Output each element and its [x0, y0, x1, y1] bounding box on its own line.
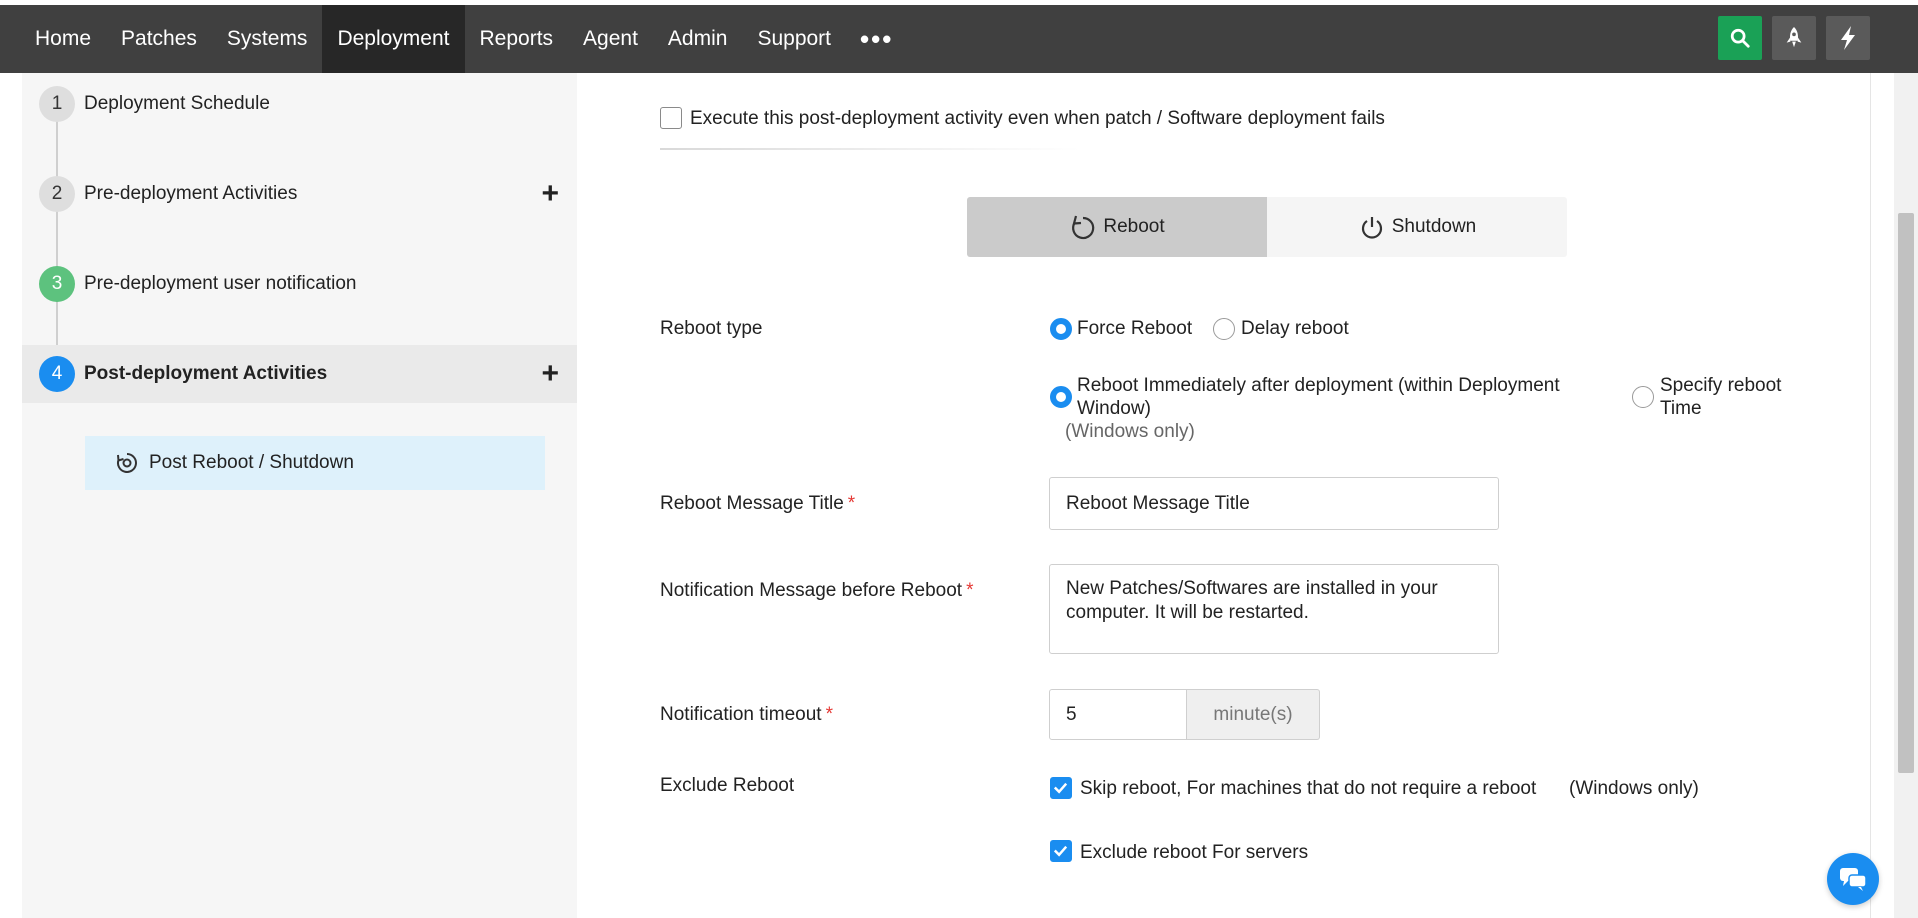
delay-reboot-radio[interactable] — [1213, 318, 1235, 340]
windows-only-note: (Windows only) — [1065, 421, 1195, 442]
post-reboot-shutdown-item[interactable]: Post Reboot / Shutdown — [85, 436, 545, 490]
step-label: Deployment Schedule — [84, 93, 270, 114]
skip-reboot-checkbox[interactable] — [1050, 777, 1072, 799]
add-post-deployment-activity-button[interactable]: + — [541, 359, 559, 389]
exclude-servers-label: Exclude reboot For servers — [1080, 842, 1309, 863]
search-button[interactable] — [1718, 16, 1762, 60]
nav-home[interactable]: Home — [0, 5, 106, 73]
quick-actions-button[interactable] — [1826, 16, 1870, 60]
step-post-deployment-activities[interactable]: 4 Post-deployment Activities + — [22, 345, 577, 403]
step-deployment-schedule[interactable]: 1 Deployment Schedule — [22, 75, 577, 133]
top-navigation-bar: Home Patches Systems Deployment Reports … — [0, 5, 1918, 73]
reboot-immediately-label-line2: Window) — [1077, 398, 1151, 419]
content-border — [1870, 73, 1871, 918]
lightning-icon — [1841, 26, 1855, 50]
step-pre-deployment-user-notification[interactable]: 3 Pre-deployment user notification — [22, 255, 577, 313]
reboot-tab[interactable]: Reboot — [967, 197, 1267, 257]
power-icon — [1361, 217, 1382, 239]
reboot-gear-icon — [117, 453, 137, 473]
nav-deployment[interactable]: Deployment — [322, 5, 465, 73]
reboot-shutdown-toggle: Reboot Shutdown — [967, 197, 1567, 257]
step-number: 1 — [39, 86, 75, 122]
step-label: Post-deployment Activities — [84, 363, 328, 384]
chat-icon — [1840, 868, 1867, 891]
step-number: 2 — [39, 176, 75, 212]
reboot-type-label: Reboot type — [660, 318, 763, 339]
skip-reboot-windows-note: (Windows only) — [1569, 778, 1699, 799]
step-number: 3 — [39, 266, 75, 302]
force-reboot-label: Force Reboot — [1077, 318, 1193, 339]
reboot-message-title-label-text: Reboot Message Title — [660, 493, 844, 514]
nav-agent[interactable]: Agent — [568, 5, 653, 73]
delay-reboot-label: Delay reboot — [1241, 318, 1349, 339]
checkmark-icon — [1053, 782, 1068, 794]
step-number: 4 — [39, 356, 75, 392]
force-reboot-radio[interactable] — [1050, 318, 1072, 340]
rocket-icon — [1786, 27, 1802, 48]
nav-systems[interactable]: Systems — [212, 5, 323, 73]
quick-launch-button[interactable] — [1772, 16, 1816, 60]
step-pre-deployment-activities[interactable]: 2 Pre-deployment Activities + — [22, 165, 577, 223]
reboot-message-title-input[interactable] — [1049, 477, 1499, 530]
shutdown-tab-label: Shutdown — [1391, 216, 1477, 237]
nav-patches[interactable]: Patches — [106, 5, 212, 73]
shutdown-tab[interactable]: Shutdown — [1267, 197, 1567, 257]
reboot-icon — [1072, 215, 1095, 240]
exclude-reboot-label: Exclude Reboot — [660, 775, 795, 796]
nav-admin[interactable]: Admin — [653, 5, 743, 73]
subitem-label: Post Reboot / Shutdown — [149, 452, 354, 473]
chat-button[interactable] — [1827, 853, 1879, 905]
reboot-message-title-label: Reboot Message Title * — [660, 493, 855, 515]
skip-reboot-label: Skip reboot, For machines that do not re… — [1080, 778, 1537, 799]
add-pre-deployment-activity-button[interactable]: + — [541, 179, 559, 209]
required-mark: * — [825, 704, 833, 725]
execute-on-fail-checkbox[interactable] — [660, 107, 682, 129]
notification-timeout-label-text: Notification timeout — [660, 704, 822, 725]
notification-timeout-input[interactable] — [1049, 689, 1187, 740]
step-label: Pre-deployment user notification — [84, 273, 357, 294]
scrollbar-thumb[interactable] — [1898, 213, 1914, 773]
required-mark: * — [847, 493, 856, 514]
step-label: Pre-deployment Activities — [84, 183, 298, 204]
vertical-scrollbar[interactable] — [1894, 73, 1918, 918]
timeout-unit-addon: minute(s) — [1187, 689, 1320, 740]
nav-reports[interactable]: Reports — [465, 5, 569, 73]
checkmark-icon — [1053, 845, 1068, 857]
notification-message-label: Notification Message before Reboot * — [660, 580, 973, 602]
notification-message-label-text: Notification Message before Reboot — [660, 580, 963, 601]
section-divider — [660, 148, 1080, 150]
required-mark: * — [966, 580, 974, 601]
specify-reboot-time-radio[interactable] — [1632, 386, 1654, 408]
specify-reboot-time-label-line1: Specify reboot — [1660, 375, 1782, 396]
specify-reboot-time-label-line2: Time — [1660, 398, 1702, 419]
notification-message-textarea[interactable]: New Patches/Softwares are installed in y… — [1049, 564, 1499, 654]
execute-on-fail-label: Execute this post-deployment activity ev… — [690, 108, 1385, 129]
notification-timeout-label: Notification timeout * — [660, 704, 833, 726]
exclude-servers-checkbox[interactable] — [1050, 840, 1072, 862]
search-icon — [1730, 28, 1750, 48]
reboot-immediately-radio[interactable] — [1050, 386, 1072, 408]
nav-more-button[interactable]: ••• — [846, 5, 907, 73]
nav-support[interactable]: Support — [742, 5, 846, 73]
deployment-steps-panel: 1 Deployment Schedule 2 Pre-deployment A… — [22, 73, 577, 918]
reboot-tab-label: Reboot — [1103, 216, 1165, 237]
reboot-immediately-label-line1: Reboot Immediately after deployment (wit… — [1077, 375, 1560, 396]
